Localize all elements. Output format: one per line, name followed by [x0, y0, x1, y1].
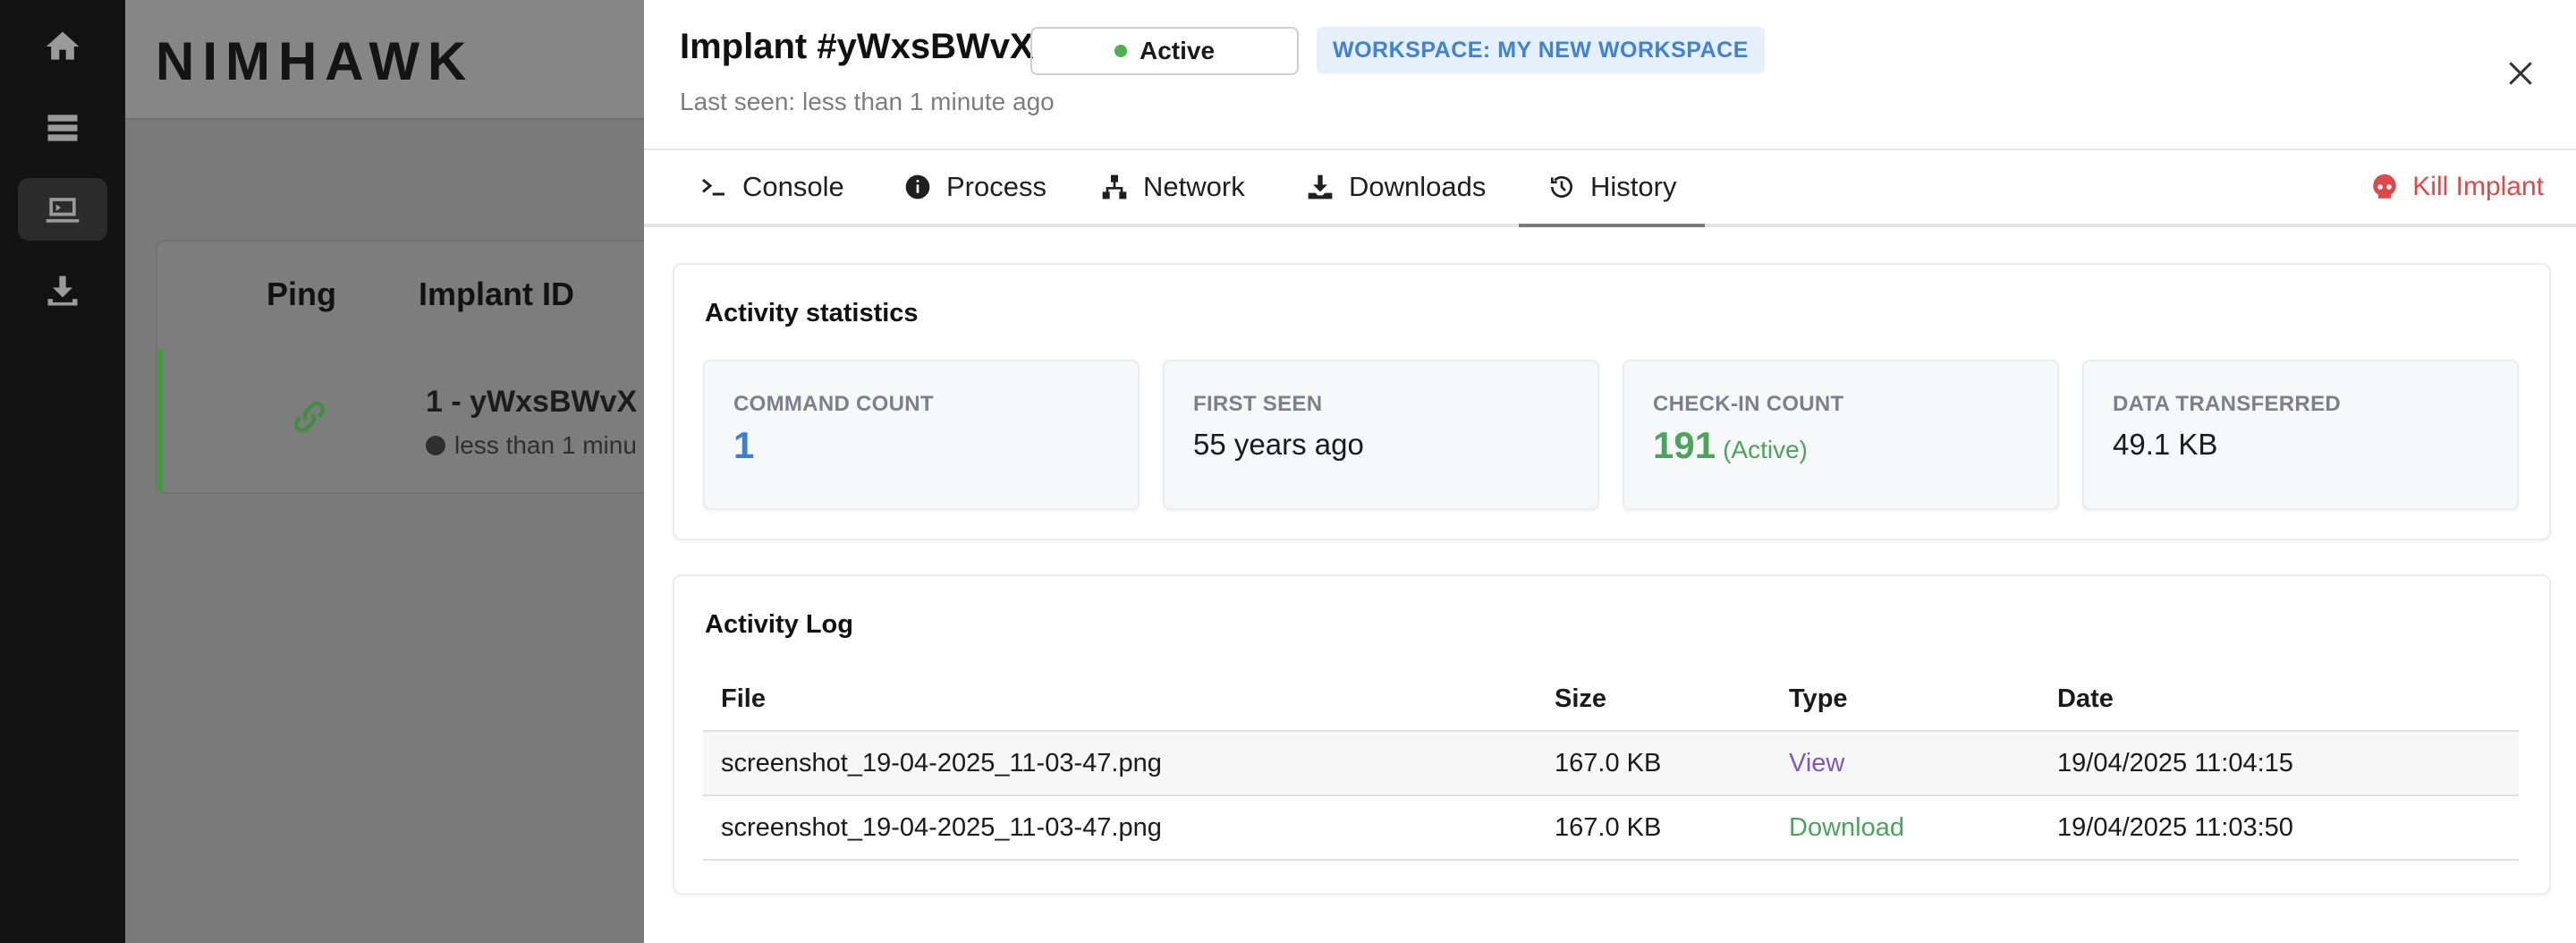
sidebar-item-implants[interactable] — [18, 178, 107, 241]
entry-date: 19/04/2025 11:04:15 — [2057, 748, 2293, 777]
tab-bar: Console Process Network Downloads Histor… — [644, 150, 2576, 227]
server-icon — [47, 115, 78, 141]
panel-title: Implant #yWxsBWvX — [680, 27, 1034, 66]
file-size: 167.0 KB — [1555, 748, 1662, 777]
clock-icon — [426, 436, 445, 455]
activity-statistics-section: Activity statistics COMMAND COUNT 1 FIRS… — [673, 263, 2551, 540]
sidebar-item-downloads[interactable] — [18, 259, 107, 322]
file-name: screenshot_19-04-2025_11-03-47.png — [721, 812, 1162, 842]
status-badge: Active — [1030, 27, 1299, 75]
table-row: screenshot_19-04-2025_11-03-47.png 167.0… — [703, 732, 2519, 796]
table-header-row: File Size Type Date — [703, 667, 2519, 732]
download-link[interactable]: Download — [1789, 796, 1904, 859]
file-name: screenshot_19-04-2025_11-03-47.png — [721, 748, 1162, 777]
view-link[interactable]: View — [1789, 732, 1844, 794]
stat-card-check-in-count: CHECK-IN COUNT 191 (Active) — [1623, 360, 2059, 510]
tab-console-label: Console — [742, 171, 844, 202]
activity-log-title: Activity Log — [705, 610, 853, 639]
tab-process-label: Process — [946, 171, 1046, 202]
stat-value: 49.1 KB — [2113, 428, 2218, 461]
skull-icon — [2373, 174, 2397, 199]
tab-network-label: Network — [1143, 171, 1245, 202]
terminal-icon — [702, 178, 724, 196]
home-icon — [46, 31, 80, 60]
tab-process[interactable]: Process — [903, 150, 1046, 224]
implant-icon — [46, 198, 80, 223]
table-row: screenshot_19-04-2025_11-03-47.png 167.0… — [703, 796, 2519, 861]
stat-card-command-count: COMMAND COUNT 1 — [703, 360, 1140, 510]
implant-row-time: less than 1 minu — [426, 431, 637, 460]
last-seen-text: Last seen: less than 1 minute ago — [680, 88, 1055, 115]
tab-downloads[interactable]: Downloads — [1306, 150, 1486, 224]
info-icon — [905, 174, 930, 200]
sidebar-item-home[interactable] — [18, 15, 107, 78]
stat-card-first-seen: FIRST SEEN 55 years ago — [1163, 360, 1599, 510]
column-header-ping: Ping — [267, 276, 336, 312]
tab-history[interactable]: History — [1519, 150, 1706, 227]
column-header-type: Type — [1789, 684, 1848, 713]
activity-statistics-title: Activity statistics — [705, 299, 919, 327]
stat-label: DATA TRANSFERRED — [2113, 392, 2342, 416]
stat-value: 1 — [733, 424, 755, 466]
status-text: Active — [1139, 37, 1216, 64]
stat-value: 191 (Active) — [1653, 424, 1808, 467]
workspace-badge: WORKSPACE: MY NEW WORKSPACE — [1317, 27, 1765, 73]
kill-implant-button[interactable]: Kill Implant — [2369, 150, 2544, 224]
history-icon — [1551, 175, 1572, 198]
file-size: 167.0 KB — [1555, 812, 1662, 842]
sidebar-item-servers[interactable] — [18, 97, 107, 159]
kill-implant-label: Kill Implant — [2412, 172, 2544, 201]
network-icon — [1102, 174, 1127, 200]
activity-log-table: File Size Type Date screenshot_19-04-202… — [703, 667, 2519, 861]
logo: NIMHAWK — [156, 31, 475, 91]
tab-console[interactable]: Console — [699, 150, 844, 224]
column-header-size: Size — [1555, 684, 1607, 713]
sidebar — [0, 0, 125, 943]
column-header-implant-id: Implant ID — [419, 276, 575, 312]
link-icon — [293, 401, 326, 433]
stat-label: CHECK-IN COUNT — [1653, 392, 1844, 416]
stat-label: COMMAND COUNT — [733, 392, 934, 416]
implant-row-id[interactable]: 1 - yWxsBWvX — [426, 385, 637, 420]
check-in-status: (Active) — [1723, 436, 1808, 463]
check-in-count-value: 191 — [1653, 424, 1716, 466]
stat-value: 55 years ago — [1193, 428, 1364, 461]
stat-card-data-transferred: DATA TRANSFERRED 49.1 KB — [2082, 360, 2519, 510]
entry-date: 19/04/2025 11:03:50 — [2057, 812, 2293, 842]
top-bar: NIMHAWK — [125, 0, 644, 120]
stat-label: FIRST SEEN — [1193, 392, 1323, 416]
column-header-date: Date — [2057, 684, 2114, 713]
tab-history-label: History — [1590, 171, 1677, 202]
tab-network[interactable]: Network — [1100, 150, 1245, 224]
status-dot-icon — [1114, 45, 1127, 57]
implant-row-time-text: less than 1 minu — [454, 431, 637, 459]
row-status-accent — [157, 349, 163, 492]
column-header-file: File — [721, 684, 766, 713]
close-icon[interactable] — [2503, 55, 2538, 91]
implants-card: Ping Implant ID 1 - yWxsBWvX less than 1… — [156, 240, 660, 494]
tab-downloads-label: Downloads — [1349, 171, 1487, 202]
implant-detail-panel: Implant #yWxsBWvX Active WORKSPACE: MY N… — [644, 0, 2576, 943]
activity-log-section: Activity Log File Size Type Date screens… — [673, 574, 2551, 895]
background-page: NIMHAWK Ping Implant ID 1 - yWxsBWvX les… — [125, 0, 660, 943]
download-icon — [1308, 174, 1333, 200]
download-icon — [47, 276, 78, 306]
